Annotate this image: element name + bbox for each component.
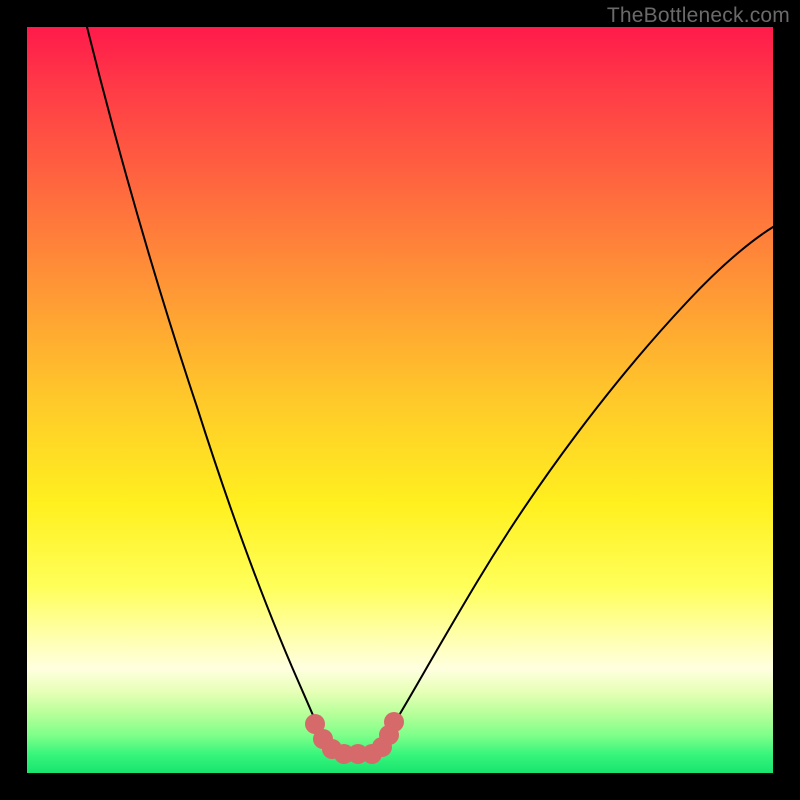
chart-svg — [27, 27, 773, 773]
plot-area — [27, 27, 773, 773]
right-curve — [387, 227, 773, 735]
outer-frame: TheBottleneck.com — [0, 0, 800, 800]
watermark-text: TheBottleneck.com — [607, 4, 790, 28]
left-curve — [87, 27, 320, 732]
marker-dots — [305, 712, 404, 764]
